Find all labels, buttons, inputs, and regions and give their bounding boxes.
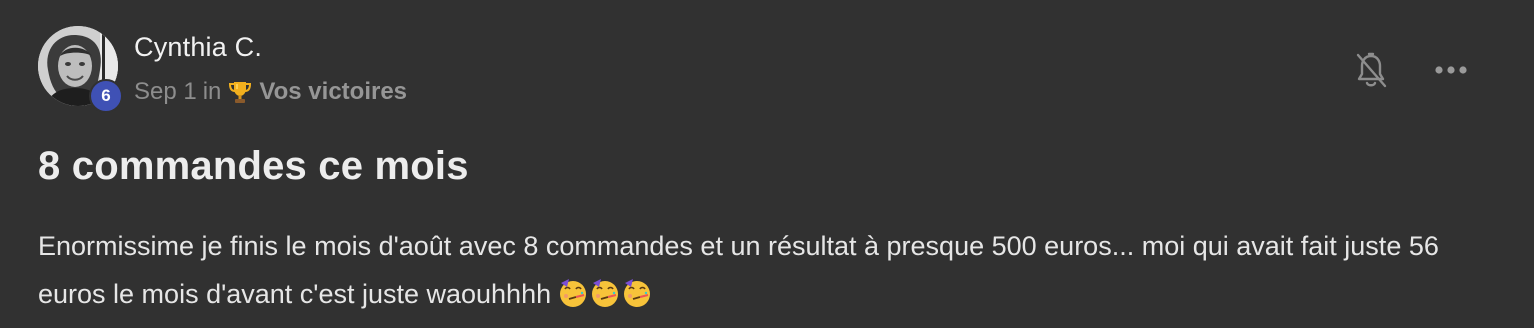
community-post: 6 Cynthia C. Sep 1 in Vos victoires 8 co… bbox=[0, 0, 1534, 328]
partying-face-icon bbox=[560, 279, 651, 307]
post-body-text: Enormissime je finis le mois d'août avec… bbox=[38, 231, 1439, 309]
bell-off-icon[interactable] bbox=[1352, 50, 1390, 90]
post-body: Enormissime je finis le mois d'août avec… bbox=[38, 222, 1478, 318]
in-label: in bbox=[202, 78, 222, 105]
level-badge: 6 bbox=[89, 79, 123, 113]
author-avatar-wrap[interactable]: 6 bbox=[38, 26, 123, 113]
category-link[interactable]: Vos victoires bbox=[259, 78, 407, 106]
post-meta: Sep 1 in Vos victoires bbox=[134, 78, 407, 106]
post-title: 8 commandes ce mois bbox=[38, 144, 469, 188]
trophy-icon bbox=[227, 79, 253, 105]
post-date[interactable]: Sep 1 bbox=[134, 78, 197, 106]
author-name[interactable]: Cynthia C. bbox=[134, 32, 262, 63]
emoji-row bbox=[557, 276, 653, 308]
more-options-icon[interactable] bbox=[1432, 58, 1470, 82]
